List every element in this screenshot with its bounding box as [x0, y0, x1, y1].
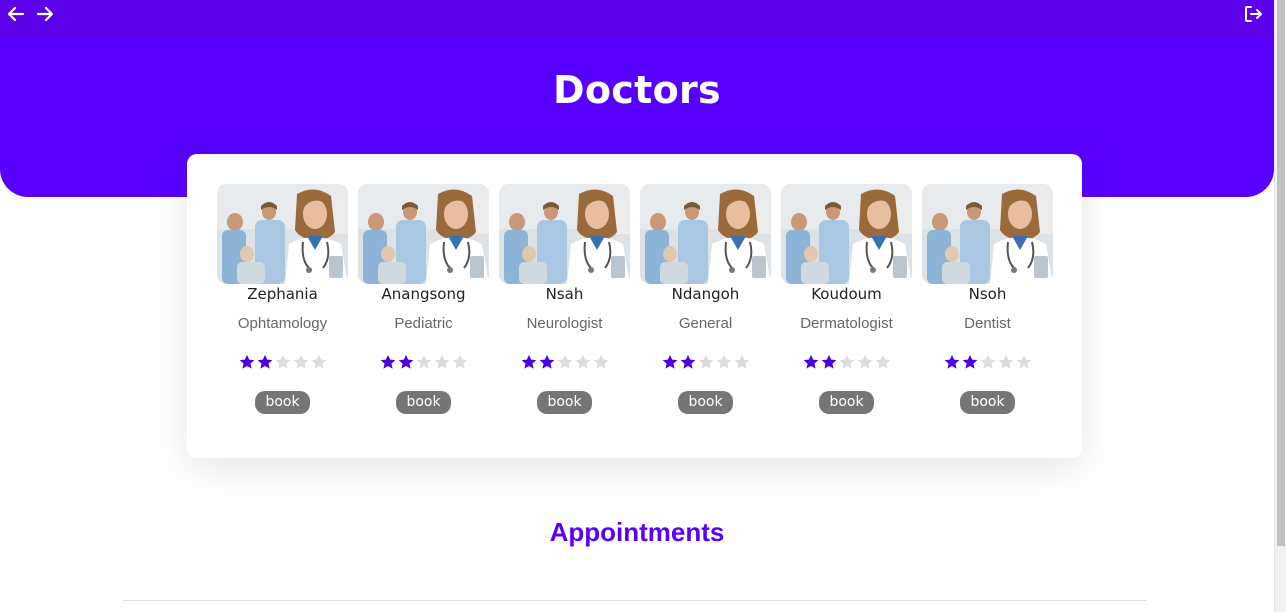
star-empty-icon: [697, 353, 715, 371]
book-button[interactable]: book: [678, 391, 733, 414]
rating-stars: [661, 353, 751, 371]
star-empty-icon: [415, 353, 433, 371]
logout-icon[interactable]: [1243, 4, 1263, 24]
doctor-specialty: Dermatologist: [800, 315, 893, 332]
star-empty-icon: [997, 353, 1015, 371]
doctor-specialty: Dentist: [964, 315, 1011, 332]
doctor-card: Ndangoh General book: [640, 184, 771, 414]
star-empty-icon: [556, 353, 574, 371]
star-empty-icon: [874, 353, 892, 371]
doctor-card: Nsoh Dentist book: [922, 184, 1053, 414]
star-filled-icon: [820, 353, 838, 371]
star-filled-icon: [238, 353, 256, 371]
doctor-card: Nsah Neurologist book: [499, 184, 630, 414]
doctor-photo: [499, 184, 630, 284]
star-filled-icon: [943, 353, 961, 371]
doctor-photo: [358, 184, 489, 284]
star-empty-icon: [292, 353, 310, 371]
doctor-name: Ndangoh: [671, 285, 740, 303]
arrow-left-icon[interactable]: [6, 4, 26, 24]
book-button[interactable]: book: [537, 391, 592, 414]
rating-stars: [238, 353, 328, 371]
star-filled-icon: [256, 353, 274, 371]
star-empty-icon: [856, 353, 874, 371]
star-filled-icon: [379, 353, 397, 371]
star-filled-icon: [538, 353, 556, 371]
star-empty-icon: [310, 353, 328, 371]
top-nav-bar: [0, 0, 1274, 38]
doctor-photo: [922, 184, 1053, 284]
doctor-photo: [217, 184, 348, 284]
star-empty-icon: [733, 353, 751, 371]
star-empty-icon: [838, 353, 856, 371]
star-empty-icon: [1015, 353, 1033, 371]
star-filled-icon: [520, 353, 538, 371]
doctor-name: Nsoh: [968, 285, 1007, 303]
doctor-specialty: Neurologist: [526, 315, 603, 332]
page: Doctors Zephania Ophtamology book Anangson…: [0, 0, 1286, 612]
page-title: Doctors: [553, 68, 721, 112]
rating-stars: [379, 353, 469, 371]
book-button[interactable]: book: [960, 391, 1015, 414]
scrollbar[interactable]: [1274, 0, 1286, 612]
doctor-specialty: General: [678, 315, 733, 332]
arrow-right-icon[interactable]: [35, 4, 55, 24]
appointments-heading: Appointments: [549, 517, 725, 547]
doctor-card: Koudoum Dermatologist book: [781, 184, 912, 414]
star-empty-icon: [715, 353, 733, 371]
rating-stars: [943, 353, 1033, 371]
book-button[interactable]: book: [819, 391, 874, 414]
doctor-card: Anangsong Pediatric book: [358, 184, 489, 414]
star-empty-icon: [979, 353, 997, 371]
star-filled-icon: [961, 353, 979, 371]
doctor-name: Zephania: [247, 285, 318, 303]
doctors-list: Zephania Ophtamology book Anangsong Pediatr…: [217, 184, 1053, 414]
star-empty-icon: [574, 353, 592, 371]
rating-stars: [520, 353, 610, 371]
star-filled-icon: [397, 353, 415, 371]
doctor-name: Anangsong: [381, 285, 466, 303]
divider: [123, 600, 1146, 601]
star-empty-icon: [592, 353, 610, 371]
book-button[interactable]: book: [396, 391, 451, 414]
doctor-name: Koudoum: [811, 285, 882, 303]
star-empty-icon: [433, 353, 451, 371]
doctor-photo: [781, 184, 912, 284]
star-filled-icon: [679, 353, 697, 371]
star-empty-icon: [274, 353, 292, 371]
star-filled-icon: [802, 353, 820, 371]
scrollbar-thumb[interactable]: [1277, 0, 1285, 546]
doctor-specialty: Ophtamology: [237, 315, 328, 332]
star-filled-icon: [661, 353, 679, 371]
book-button[interactable]: book: [255, 391, 310, 414]
doctor-photo: [640, 184, 771, 284]
doctor-specialty: Pediatric: [394, 315, 453, 332]
star-empty-icon: [451, 353, 469, 371]
doctor-name: Nsah: [545, 285, 584, 303]
rating-stars: [802, 353, 892, 371]
doctor-card: Zephania Ophtamology book: [217, 184, 348, 414]
doctors-card: Zephania Ophtamology book Anangsong Pediatr…: [187, 154, 1082, 458]
